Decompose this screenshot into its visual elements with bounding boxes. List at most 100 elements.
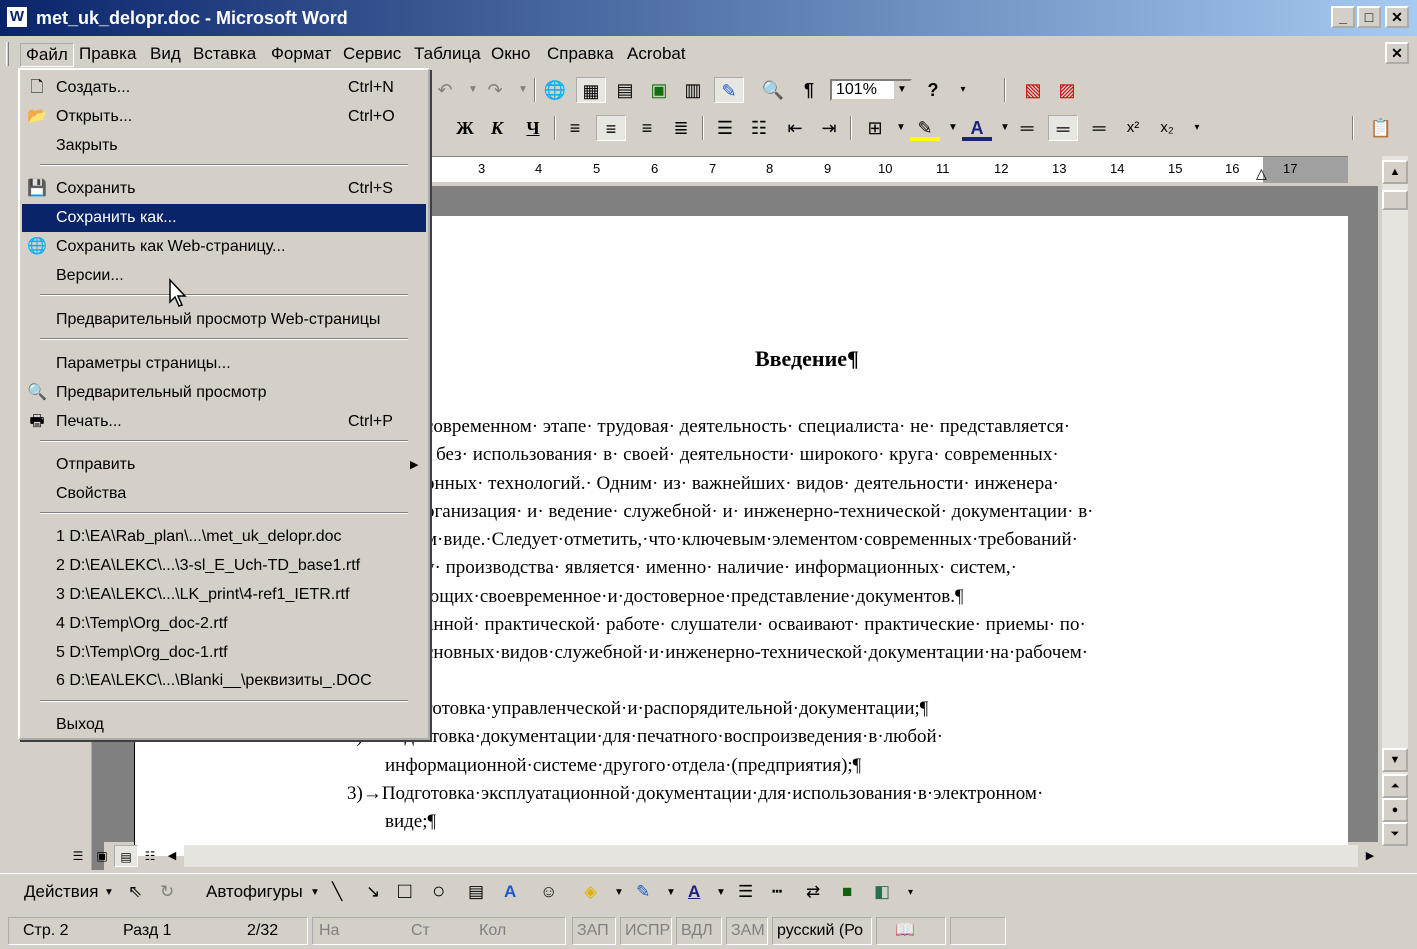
redo-icon[interactable]: ↷ [480, 77, 510, 103]
arrow-icon[interactable]: ↘ [366, 882, 380, 902]
chevron-down-icon[interactable]: ▼ [666, 887, 676, 898]
text-box-icon[interactable]: ▤ [468, 882, 484, 902]
arrow-style-icon[interactable]: ⇄ [806, 882, 820, 902]
file-menu-versions[interactable]: Версии... [22, 262, 426, 290]
toolbar-options-icon[interactable]: ▾ [948, 77, 978, 103]
undo-icon[interactable]: ↶ [430, 77, 460, 103]
double-line-icon[interactable]: ═ [1048, 115, 1078, 141]
web-view-icon[interactable]: ▣ [90, 845, 114, 867]
scroll-up-icon[interactable]: ▲ [1382, 160, 1408, 184]
columns-icon[interactable]: ▥ [678, 77, 708, 103]
file-menu-print[interactable]: 🖶 Печать... Ctrl+P [22, 408, 426, 436]
select-objects-icon[interactable]: ⇖ [128, 882, 142, 902]
underline-button[interactable]: Ч [518, 115, 548, 141]
increase-indent-icon[interactable]: ⇥ [814, 115, 844, 141]
numbered-list-icon[interactable]: ☰ [710, 115, 740, 141]
oval-icon[interactable]: ○ [432, 878, 445, 904]
menu-view[interactable]: Вид [145, 43, 186, 65]
tables-borders-icon[interactable]: ▦ [576, 77, 606, 103]
show-formatting-icon[interactable]: ¶ [794, 77, 824, 103]
status-trk[interactable]: ИСПР [620, 917, 672, 945]
rectangle-icon[interactable]: □ [398, 878, 411, 904]
toolbar-options-icon[interactable]: ▾ [908, 887, 913, 898]
drawing-icon[interactable]: ✎ [714, 77, 744, 103]
insert-excel-icon[interactable]: ▣ [644, 77, 674, 103]
file-menu-recent-4[interactable]: 4 D:\Temp\Org_doc-2.rtf [22, 610, 426, 638]
align-left-icon[interactable]: ≡ [560, 115, 590, 141]
shadow-icon[interactable]: ■ [842, 882, 852, 902]
menu-edit[interactable]: Правка [74, 43, 141, 65]
horizontal-ruler[interactable]: 3 4 5 6 7 8 9 10 11 12 13 14 15 16 17 △ [428, 156, 1348, 183]
minimize-button[interactable]: _ [1331, 6, 1355, 28]
file-menu-properties[interactable]: Свойства [22, 480, 426, 508]
subscript-icon[interactable]: x₂ [1152, 115, 1182, 141]
task-pane-icon[interactable]: 📋 [1366, 115, 1396, 141]
justify-icon[interactable]: ≣ [666, 115, 696, 141]
font-color-icon[interactable]: A [962, 115, 992, 141]
file-menu-new[interactable]: 🗋 Создать... Ctrl+N [22, 74, 426, 102]
3d-icon[interactable]: ◧ [874, 882, 890, 902]
file-menu-open[interactable]: 📂 Открыть... Ctrl+O [22, 103, 426, 131]
chevron-down-icon[interactable]: ▼ [716, 887, 726, 898]
file-menu-send-to[interactable]: Отправить ▶ [22, 451, 426, 479]
file-menu-print-preview[interactable]: 🔍 Предварительный просмотр [22, 379, 426, 407]
menubar-grip[interactable] [6, 42, 9, 66]
file-menu-save-as-web[interactable]: 🌐 Сохранить как Web-страницу... [22, 233, 426, 261]
chevron-down-icon[interactable]: ▼ [310, 887, 320, 898]
status-language[interactable]: русский (Ро [772, 917, 872, 945]
chevron-down-icon[interactable]: ▼ [894, 81, 910, 99]
align-center-icon[interactable]: ≡ [596, 115, 626, 141]
file-menu-recent-6[interactable]: 6 D:\EA\LEKC\...\Blanki__\реквизиты_.DOC [22, 667, 426, 695]
fill-color-icon[interactable]: ◈ [584, 882, 597, 902]
file-menu-recent-3[interactable]: 3 D:\EA\LEKC\...\LK_print\4-ref1_IETR.rt… [22, 581, 426, 609]
bold-button[interactable]: Ж [450, 115, 480, 141]
menu-format[interactable]: Формат [266, 43, 336, 65]
menu-tools[interactable]: Сервис [338, 43, 406, 65]
help-icon[interactable]: ? [918, 77, 948, 103]
document-close-button[interactable]: ✕ [1385, 42, 1409, 64]
menu-acrobat[interactable]: Acrobat [622, 43, 691, 65]
normal-view-icon[interactable]: ☰ [66, 845, 90, 867]
line-icon[interactable]: ╲ [332, 882, 342, 902]
file-menu-save[interactable]: 💾 Сохранить Ctrl+S [22, 175, 426, 203]
file-menu-exit[interactable]: Выход [22, 711, 426, 739]
previous-page-icon[interactable]: ⏶ [1382, 774, 1408, 798]
file-menu-close[interactable]: Закрыть [22, 132, 426, 160]
file-menu-save-as[interactable]: Сохранить как... [22, 204, 426, 232]
browse-object-icon[interactable]: ● [1382, 798, 1408, 822]
superscript-icon[interactable]: x² [1118, 115, 1148, 141]
right-indent-marker-icon[interactable]: △ [1256, 165, 1267, 182]
clipart-icon[interactable]: ☺ [540, 882, 557, 902]
document-map-icon[interactable]: 🔍 [758, 77, 788, 103]
insert-table-icon[interactable]: ▤ [610, 77, 640, 103]
free-rotate-icon[interactable]: ↻ [160, 882, 174, 902]
status-spelling[interactable]: 📖 [876, 917, 946, 945]
toolbar-options-icon[interactable]: ▾ [1182, 115, 1212, 141]
file-menu-recent-5[interactable]: 5 D:\Temp\Org_doc-1.rtf [22, 639, 426, 667]
file-menu-page-setup[interactable]: Параметры страницы... [22, 350, 426, 378]
convert-to-pdf-icon[interactable]: ▧ [1018, 77, 1048, 103]
outline-view-icon[interactable]: ☷ [138, 845, 162, 867]
highlight-icon[interactable]: ✎ [910, 115, 940, 141]
convert-and-email-pdf-icon[interactable]: ▨ [1052, 77, 1082, 103]
menu-insert[interactable]: Вставка [188, 43, 261, 65]
font-color-icon[interactable]: A [688, 882, 700, 902]
italic-button[interactable]: К [482, 115, 512, 141]
vertical-scrollbar[interactable]: ▲ ▼ ⏶ ● ⏷ [1382, 156, 1408, 846]
next-page-icon[interactable]: ⏷ [1382, 822, 1408, 846]
scroll-down-icon[interactable]: ▼ [1382, 748, 1408, 772]
menu-window[interactable]: Окно [486, 43, 536, 65]
autoshapes-menu[interactable]: Автофигуры [206, 882, 303, 902]
status-ovr[interactable]: ЗАМ [726, 917, 768, 945]
actions-menu[interactable]: Действия [24, 882, 98, 902]
status-ext[interactable]: ВДЛ [676, 917, 722, 945]
decrease-indent-icon[interactable]: ⇤ [780, 115, 810, 141]
maximize-button[interactable]: □ [1357, 6, 1381, 28]
status-rec[interactable]: ЗАП [572, 917, 616, 945]
menu-help[interactable]: Справка [542, 43, 619, 65]
file-menu-recent-1[interactable]: 1 D:\EA\Rab_plan\...\met_uk_delopr.doc [22, 523, 426, 551]
bulleted-list-icon[interactable]: ☷ [744, 115, 774, 141]
zoom-select[interactable]: 101% ▼ [830, 79, 912, 101]
horizontal-scrollbar[interactable] [184, 845, 1358, 867]
scroll-left-icon[interactable]: ◀ [162, 845, 182, 867]
